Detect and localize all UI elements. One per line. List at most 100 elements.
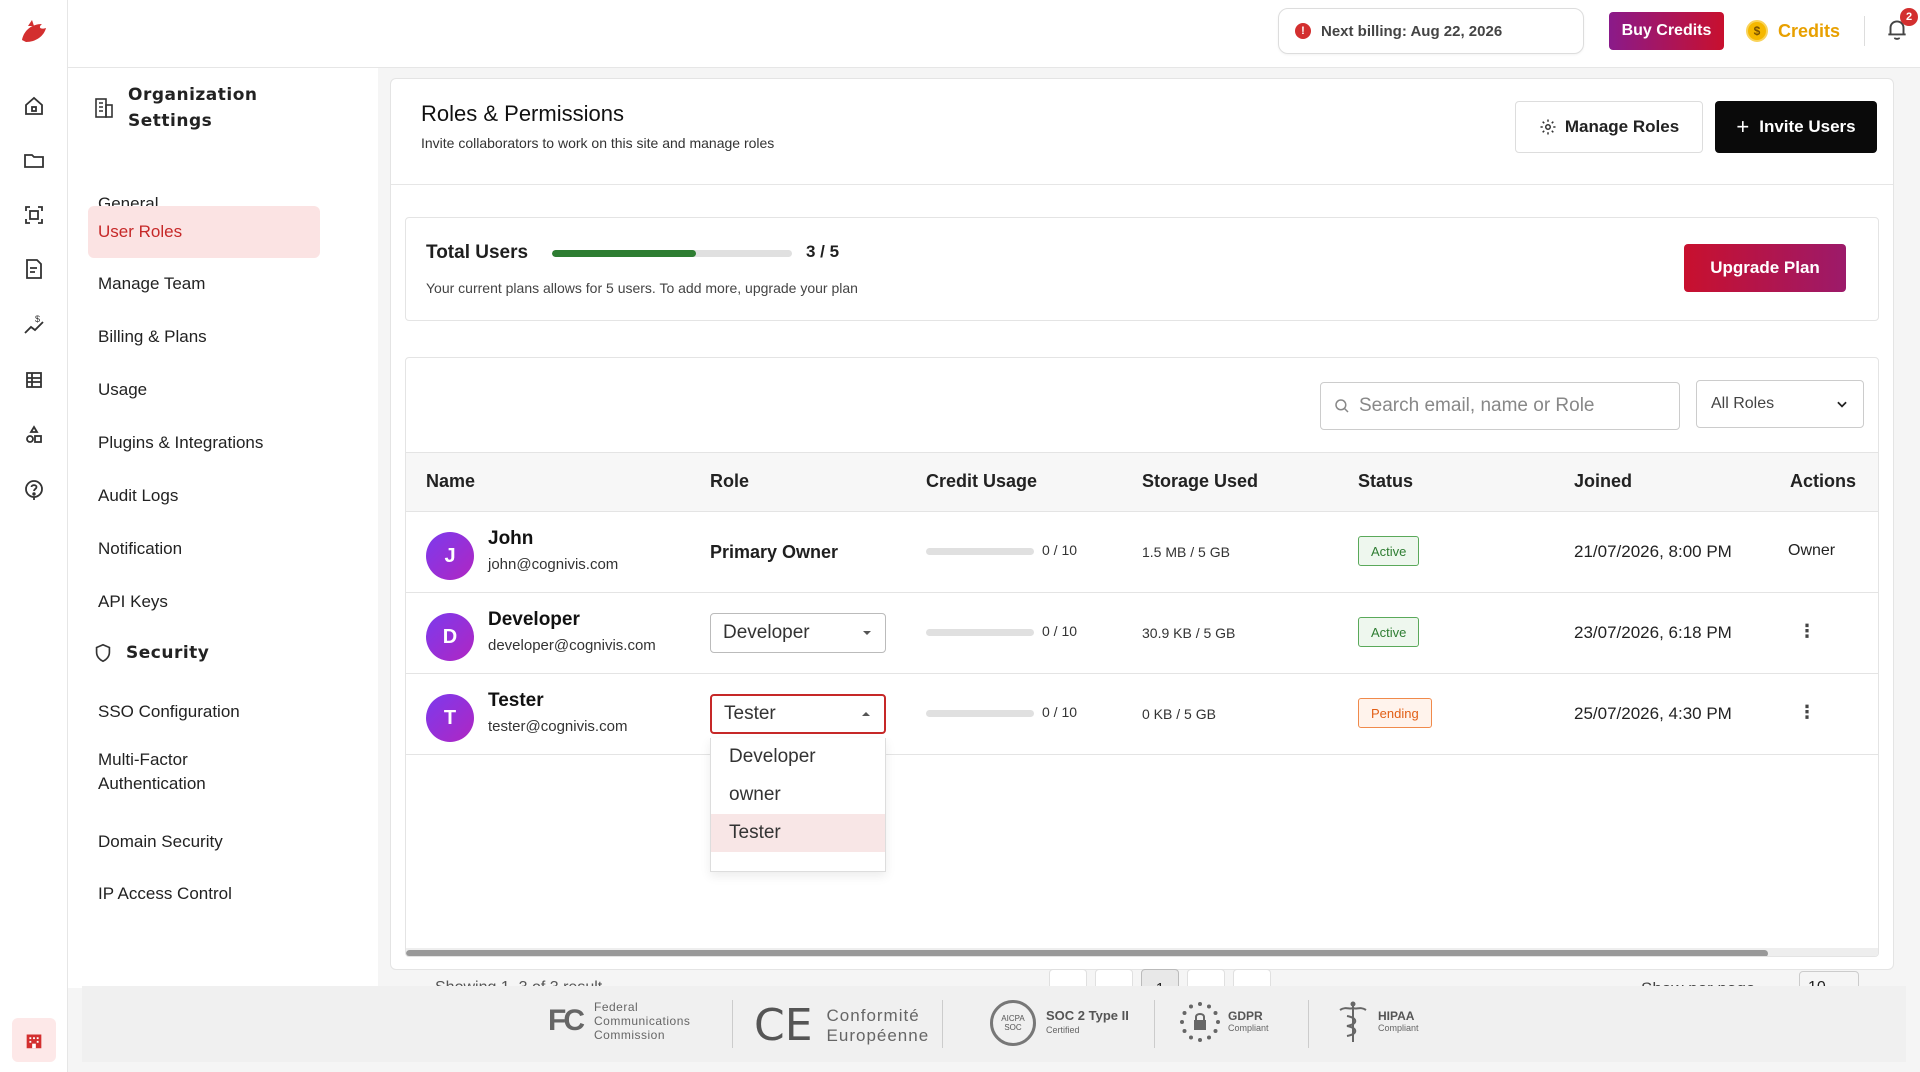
sidebar-item-ip-access[interactable]: IP Access Control [88,868,320,920]
sidebar-item-plugins[interactable]: Plugins & Integrations [88,417,320,469]
credit-usage-bar [926,710,1034,717]
total-users-card: Total Users 3 / 5 Your current plans all… [405,217,1879,321]
row-actions-menu-icon[interactable]: ⋮ [1798,621,1816,642]
sidebar-item-billing-plans[interactable]: Billing & Plans [88,311,320,363]
avatar: T [426,694,474,742]
sidebar-item-notification[interactable]: Notification [88,523,320,575]
status-badge: Active [1358,617,1420,647]
credit-usage-bar [926,629,1034,636]
cost-trend-icon[interactable]: $ [22,313,46,337]
sidebar-item-mfa[interactable]: Multi-Factor Authentication [88,740,320,800]
column-header-role[interactable]: Role [710,471,749,492]
user-name: Developer [488,609,580,630]
invite-users-button[interactable]: + Invite Users [1715,101,1877,153]
soc2-subtitle: Certified [1046,1025,1080,1035]
alert-icon: ! [1295,23,1311,39]
credit-usage-text: 0 / 10 [1042,623,1078,639]
user-name: John [488,528,534,549]
gdpr-title: GDPR [1228,1009,1263,1023]
organization-button[interactable] [12,1018,56,1062]
sidebar-title-line2: Settings [128,111,213,131]
sidebar-item-domain-security[interactable]: Domain Security [88,816,320,868]
role-select-open[interactable]: Tester [710,694,886,734]
table-header: Name Role Credit Usage Storage Used Stat… [406,452,1878,512]
search-box[interactable] [1320,382,1680,430]
hipaa-badge: HIPAA Compliant [1336,1000,1419,1044]
ce-text-line1: Conformité [826,1005,920,1025]
search-input[interactable] [1359,395,1659,417]
sidebar-item-manage-team[interactable]: Manage Team [88,258,320,310]
sidebar-item-usage[interactable]: Usage [88,364,320,416]
help-circle-icon[interactable] [22,478,46,502]
aicpa-seal-icon: AICPA SOC [990,1000,1036,1046]
sidebar-item-user-roles[interactable]: User Roles [88,206,320,258]
header-divider [1864,16,1865,46]
search-icon [1335,399,1349,413]
notifications-button[interactable]: 2 [1884,8,1918,44]
column-header-credit-usage[interactable]: Credit Usage [926,471,1037,492]
next-billing-text: Next billing: Aug 22, 2026 [1321,22,1503,40]
total-users-label: Total Users [426,242,529,263]
notification-count-badge: 2 [1900,8,1918,26]
role-option-tester[interactable]: Tester [711,814,885,852]
role-option-developer[interactable]: Developer [711,738,885,776]
joined-date: 23/07/2026, 6:18 PM [1574,623,1732,642]
credit-usage-bar [926,548,1034,555]
security-title: Security [126,643,210,663]
brand-logo-icon[interactable] [16,14,52,50]
shield-icon [95,643,111,663]
shapes-icon[interactable] [22,423,46,447]
upgrade-plan-button[interactable]: Upgrade Plan [1684,244,1846,292]
home-icon[interactable] [22,94,46,118]
role-option-owner[interactable]: owner [711,776,885,814]
role-select-value: Tester [724,703,776,724]
page-subtitle: Invite collaborators to work on this sit… [421,135,775,151]
role-filter-select[interactable]: All Roles [1696,380,1864,428]
document-edit-icon[interactable] [22,257,46,281]
plan-note: Your current plans allows for 5 users. T… [426,280,858,296]
buy-credits-button[interactable]: Buy Credits [1609,12,1724,50]
column-header-status[interactable]: Status [1358,471,1413,492]
mfa-label-line1: Multi-Factor [98,750,188,769]
table-icon[interactable] [22,368,46,392]
total-users-count: 3 / 5 [806,242,840,261]
folder-icon[interactable] [22,148,46,172]
role-select[interactable]: Developer [710,613,886,653]
gdpr-badge: GDPR Compliant [1178,1000,1269,1044]
user-role: Primary Owner [710,542,839,562]
building-icon [26,1034,42,1049]
manage-roles-label: Manage Roles [1564,117,1680,136]
next-billing-badge[interactable]: ! Next billing: Aug 22, 2026 [1278,8,1584,54]
credit-usage-text: 0 / 10 [1042,542,1078,558]
table-row: T Tester tester@cognivis.com Tester 0 / … [406,674,1878,755]
column-header-storage-used[interactable]: Storage Used [1142,471,1258,492]
column-header-name[interactable]: Name [426,471,475,492]
gear-icon [1540,119,1556,135]
sidebar-item-api-keys[interactable]: API Keys [88,576,320,628]
scan-icon[interactable] [22,203,46,227]
joined-date: 21/07/2026, 8:00 PM [1574,542,1732,561]
scrollbar-thumb[interactable] [406,950,1768,956]
storage-used: 1.5 MB / 5 GB [1142,544,1230,560]
divider [1154,1000,1155,1048]
role-dropdown-menu: Developer owner Tester [710,738,886,872]
ce-logo-icon: CE [754,1000,813,1051]
ce-text-line2: Européenne [826,1025,930,1045]
sidebar-item-sso[interactable]: SSO Configuration [88,686,320,738]
storage-used: 0 KB / 5 GB [1142,706,1216,722]
row-actions-menu-icon[interactable]: ⋮ [1798,702,1816,723]
fcc-text-line3: Commission [594,1028,666,1042]
role-filter-value: All Roles [1711,395,1775,412]
column-header-joined[interactable]: Joined [1574,471,1632,492]
sidebar-item-audit-logs[interactable]: Audit Logs [88,470,320,522]
status-badge: Active [1358,536,1420,566]
table-row: J John john@cognivis.com Primary Owner 0… [406,512,1878,593]
manage-roles-button[interactable]: Manage Roles [1515,101,1703,153]
credits-link[interactable]: $ Credits [1746,16,1840,46]
divider [1308,1000,1309,1048]
divider [732,1000,733,1048]
gdpr-subtitle: Compliant [1228,1023,1269,1033]
horizontal-scrollbar[interactable] [406,948,1878,956]
icon-rail: $ [0,0,68,1072]
coin-icon: $ [1746,20,1768,42]
